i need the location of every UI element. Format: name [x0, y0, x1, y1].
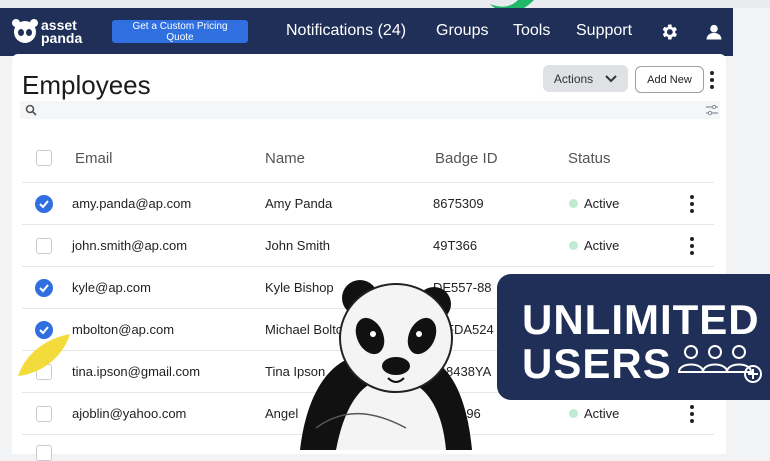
- logo-text-line2: panda: [41, 30, 83, 46]
- cell-badge-id: 8675309: [433, 196, 484, 211]
- top-navbar: asset panda Get a Custom Pricing Quote N…: [0, 8, 733, 56]
- page-title: Employees: [22, 70, 151, 100]
- banner-headline-line1: UNLIMITED: [522, 296, 760, 343]
- browser-top-strip: [0, 0, 770, 8]
- row-checkbox[interactable]: [36, 238, 52, 254]
- nav-groups[interactable]: Groups: [436, 22, 488, 40]
- cell-email: tina.ipson@gmail.com: [72, 364, 201, 379]
- status-text: Active: [584, 238, 620, 253]
- row-checkbox[interactable]: [36, 445, 52, 461]
- column-header-name[interactable]: Name: [265, 150, 305, 167]
- search-input[interactable]: [42, 101, 686, 121]
- search-icon: [25, 104, 37, 116]
- row-more-menu-icon[interactable]: [690, 195, 694, 213]
- actions-dropdown[interactable]: Actions: [543, 65, 628, 92]
- panda-logo-icon: [12, 19, 38, 43]
- status-dot: [569, 241, 578, 250]
- status-text: Active: [584, 196, 620, 211]
- banner-headline-line2: USERS: [522, 340, 672, 387]
- cell-name: Angel: [265, 406, 299, 421]
- row-more-menu-icon[interactable]: [690, 237, 694, 255]
- users-group-icon: [677, 345, 762, 383]
- status-badge: Active: [569, 196, 619, 211]
- nav-tools[interactable]: Tools: [513, 22, 550, 40]
- panda-mascot-illustration: [300, 280, 472, 450]
- column-header-email[interactable]: Email: [75, 150, 113, 167]
- cell-email: amy.panda@ap.com: [72, 196, 192, 211]
- status-dot: [569, 199, 578, 208]
- filter-settings-icon[interactable]: [706, 104, 718, 116]
- search-bar: [20, 101, 720, 121]
- chevron-down-icon: [605, 74, 617, 82]
- row-checkbox-checked[interactable]: [35, 279, 53, 297]
- asset-panda-logo[interactable]: asset panda: [12, 14, 94, 50]
- column-header-status[interactable]: Status: [568, 150, 611, 167]
- gear-icon[interactable]: [659, 22, 679, 42]
- table-row[interactable]: amy.panda@ap.com Amy Panda 8675309 Activ…: [22, 182, 714, 225]
- row-more-menu-icon[interactable]: [690, 405, 694, 423]
- cell-email: ajoblin@yahoo.com: [72, 406, 187, 421]
- table-row[interactable]: john.smith@ap.com John Smith 49T366 Acti…: [22, 224, 714, 267]
- row-checkbox[interactable]: [36, 406, 52, 422]
- add-new-button[interactable]: Add New: [635, 66, 704, 93]
- unlimited-users-banner: UNLIMITED USERS: [497, 274, 770, 400]
- user-icon[interactable]: [704, 22, 724, 42]
- nav-support[interactable]: Support: [576, 22, 632, 40]
- status-badge: Active: [569, 238, 619, 253]
- cell-email: mbolton@ap.com: [72, 322, 175, 337]
- cell-email: john.smith@ap.com: [72, 238, 188, 253]
- nav-notifications[interactable]: Notifications (24): [286, 22, 406, 40]
- column-header-badge-id[interactable]: Badge ID: [435, 150, 498, 167]
- row-checkbox-checked[interactable]: [35, 195, 53, 213]
- page-more-menu-icon[interactable]: [710, 71, 714, 89]
- cell-email: kyle@ap.com: [72, 280, 151, 295]
- cell-badge-id: 49T366: [433, 238, 478, 253]
- cell-name: John Smith: [265, 238, 331, 253]
- select-all-checkbox[interactable]: [36, 150, 52, 166]
- cell-name: Amy Panda: [265, 196, 333, 211]
- status-badge: Active: [569, 406, 619, 421]
- status-text: Active: [584, 406, 620, 421]
- status-dot: [569, 409, 578, 418]
- actions-label: Actions: [553, 71, 594, 86]
- custom-pricing-quote-button[interactable]: Get a Custom Pricing Quote: [112, 20, 248, 43]
- decorative-yellow-shape: [18, 334, 70, 376]
